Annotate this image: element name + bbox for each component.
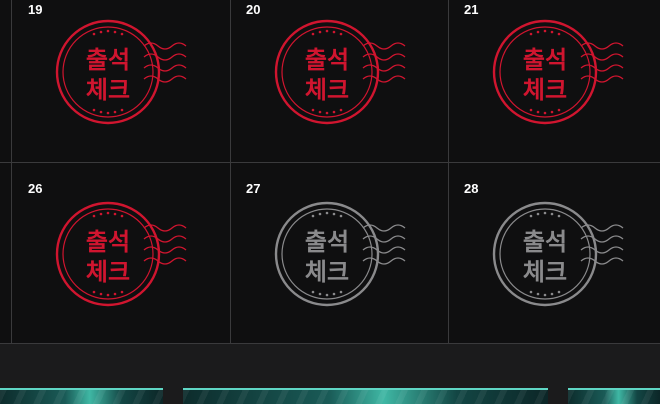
attendance-calendar: 19 출석 체크 20 출석 체크 21 출석 체크 26 출석 체크 27 출석 체크 …	[0, 0, 660, 344]
promo-banner[interactable]	[568, 388, 660, 404]
calendar-day-cell[interactable]: 19 출석 체크	[12, 0, 230, 162]
calendar-day-cell[interactable]: 26 출석 체크	[12, 163, 230, 343]
stamp-label-line2: 체크	[305, 76, 349, 104]
attendance-stamp-icon: 출석 체크	[489, 200, 629, 310]
day-number: 20	[246, 2, 261, 17]
stamp-label-line1: 출석	[305, 46, 349, 74]
day-number: 28	[464, 181, 479, 196]
day-number: 19	[28, 2, 43, 17]
day-number: 26	[28, 181, 43, 196]
attendance-stamp-icon: 출석 체크	[52, 18, 192, 128]
stamp-label-line2: 체크	[523, 76, 567, 104]
stamp-label-line2: 체크	[86, 76, 130, 104]
day-number: 21	[464, 2, 479, 17]
promo-banner[interactable]	[0, 388, 163, 404]
attendance-stamp-icon: 출석 체크	[52, 200, 192, 310]
stamp-label-line1: 출석	[86, 46, 130, 74]
stamp-label-line2: 체크	[523, 258, 567, 286]
stamp-label-line1: 출석	[523, 228, 567, 256]
attendance-stamp-icon: 출석 체크	[271, 200, 411, 310]
day-number: 27	[246, 181, 261, 196]
calendar-day-cell[interactable]: 27 출석 체크	[231, 163, 448, 343]
stamp-label-line1: 출석	[86, 228, 130, 256]
attendance-stamp-icon: 출석 체크	[271, 18, 411, 128]
stamp-label-line2: 체크	[305, 258, 349, 286]
stamp-label-line1: 출석	[523, 46, 567, 74]
stamp-label-line1: 출석	[305, 228, 349, 256]
stamp-label-line2: 체크	[86, 258, 130, 286]
calendar-day-cell[interactable]: 28 출석 체크	[449, 163, 660, 343]
promo-banner[interactable]	[183, 388, 548, 404]
calendar-day-cell[interactable]: 21 출석 체크	[449, 0, 660, 162]
attendance-stamp-icon: 출석 체크	[489, 18, 629, 128]
calendar-day-cell[interactable]: 20 출석 체크	[231, 0, 448, 162]
